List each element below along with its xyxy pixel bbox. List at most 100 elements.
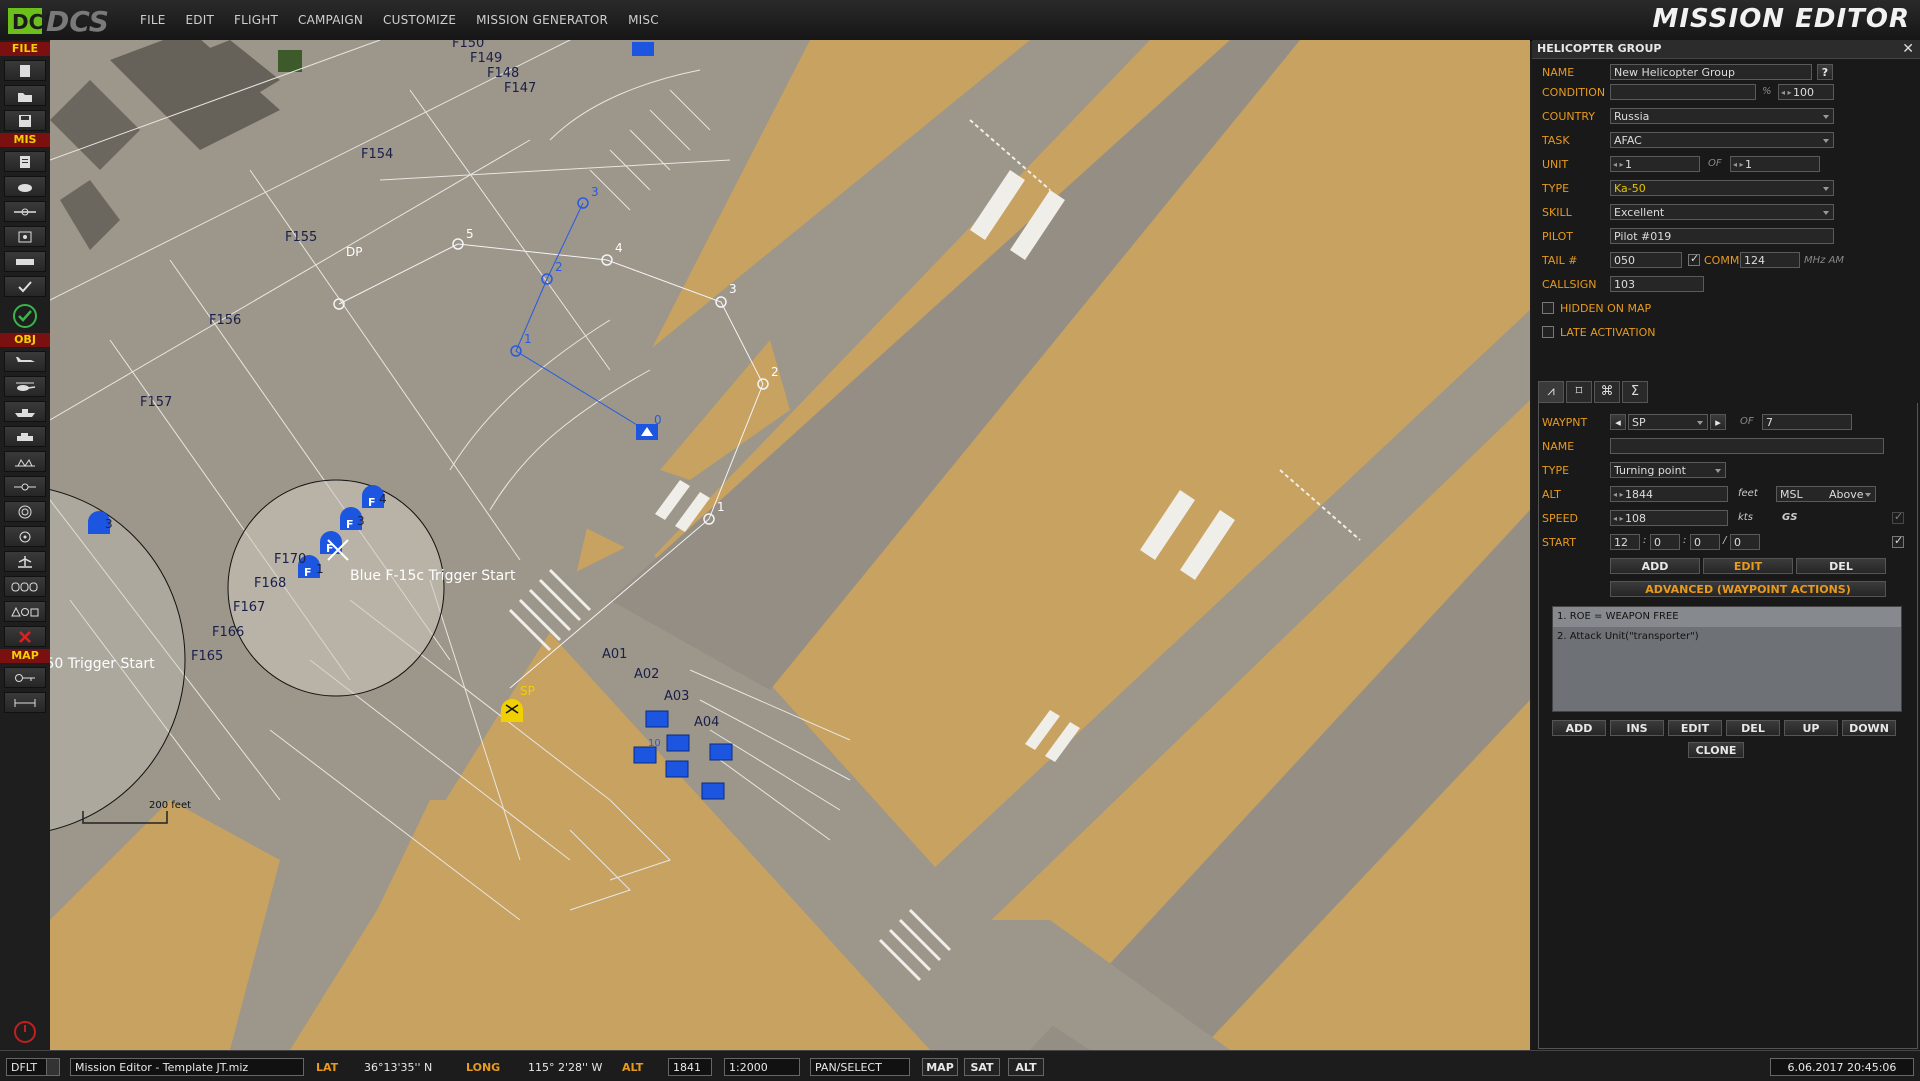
speed-label: SPEED <box>1542 512 1578 525</box>
condition-input[interactable] <box>1610 84 1756 100</box>
map-view[interactable]: F150 F149 F148 F147 F154 F155 F156 F157 … <box>50 40 1530 1050</box>
briefing-button[interactable] <box>4 151 46 172</box>
condition-percent-stepper[interactable]: 100 <box>1778 84 1834 101</box>
hidden-on-map-label: HIDDEN ON MAP <box>1560 302 1652 315</box>
mission-file-name: Mission Editor - Template JT.miz <box>70 1058 304 1076</box>
menu-flight[interactable]: FLIGHT <box>224 13 288 27</box>
tail-number-input[interactable]: 050 <box>1610 252 1682 268</box>
tab-route[interactable]: ⩘ <box>1538 381 1564 403</box>
app-title: MISSION EDITOR <box>1652 4 1910 34</box>
menu-file[interactable]: FILE <box>130 13 176 27</box>
add-template-button[interactable] <box>4 576 46 597</box>
add-helicopter-button[interactable] <box>4 376 46 397</box>
task-select[interactable]: AFAC <box>1610 132 1834 148</box>
aircraft-type-select[interactable]: Ka-50 <box>1610 180 1834 196</box>
ruler-button[interactable] <box>4 692 46 713</box>
waypoint-select[interactable]: SP <box>1628 414 1708 430</box>
add-target-button[interactable] <box>4 526 46 547</box>
goals-button[interactable] <box>4 226 46 247</box>
resource-button[interactable] <box>4 251 46 272</box>
add-vehicle-button[interactable] <box>4 426 46 447</box>
add-ship-button[interactable] <box>4 401 46 422</box>
waypoint-actions-list[interactable]: 1. ROE = WEAPON FREE 2. Attack Unit("tra… <box>1552 606 1902 712</box>
tool-mode-readout[interactable]: PAN/SELECT <box>810 1058 910 1076</box>
svg-text:0: 0 <box>654 413 662 427</box>
late-activation-checkbox[interactable] <box>1542 326 1554 338</box>
start-minutes-input[interactable]: 0 <box>1650 534 1680 550</box>
new-file-button[interactable] <box>4 60 46 81</box>
comm-label: COMM <box>1704 254 1740 267</box>
edit-action-button[interactable]: EDIT <box>1668 720 1722 736</box>
speed-stepper[interactable]: 108 <box>1610 510 1728 527</box>
delete-action-button[interactable]: DEL <box>1726 720 1780 736</box>
svg-text:1: 1 <box>717 500 725 514</box>
map-scale-readout[interactable]: 1:2000 <box>724 1058 800 1076</box>
menu-customize[interactable]: CUSTOMIZE <box>373 13 466 27</box>
add-plane-button[interactable] <box>4 351 46 372</box>
callsign-input[interactable]: 103 <box>1610 276 1704 292</box>
start-day-input[interactable]: 0 <box>1730 534 1760 550</box>
insert-action-button[interactable]: INS <box>1610 720 1664 736</box>
add-static-button[interactable] <box>4 451 46 472</box>
menu-campaign[interactable]: CAMPAIGN <box>288 13 373 27</box>
list-item[interactable]: 2. Attack Unit("transporter") <box>1553 627 1901 647</box>
pilot-input[interactable]: Pilot #019 <box>1610 228 1834 244</box>
advanced-waypoint-actions-button[interactable]: ADVANCED (WAYPOINT ACTIONS) <box>1610 581 1886 597</box>
help-button[interactable]: ? <box>1817 64 1833 80</box>
menu-mission-generator[interactable]: MISSION GENERATOR <box>466 13 618 27</box>
start-hours-input[interactable]: 12 <box>1610 534 1640 550</box>
map-mode-button[interactable]: MAP <box>922 1058 958 1076</box>
move-up-action-button[interactable]: UP <box>1784 720 1838 736</box>
comm-checkbox[interactable] <box>1688 252 1700 266</box>
blue-unit-top[interactable] <box>632 42 654 56</box>
alt-mode-button[interactable]: ALT <box>1008 1058 1044 1076</box>
weather-button[interactable] <box>4 176 46 197</box>
save-file-button[interactable] <box>4 110 46 131</box>
edit-waypoint-button[interactable]: EDIT <box>1703 558 1793 574</box>
add-waypoint-button[interactable]: ADD <box>1610 558 1700 574</box>
tab-summary[interactable]: Σ <box>1622 381 1648 403</box>
tab-payload[interactable]: ⌑ <box>1566 381 1592 403</box>
start-checkbox[interactable] <box>1892 534 1904 548</box>
map-canvas[interactable]: F150 F149 F148 F147 F154 F155 F156 F157 … <box>50 40 1530 1050</box>
group-name-input[interactable]: New Helicopter Group <box>1610 64 1812 80</box>
waypoint-name-input[interactable] <box>1610 438 1884 454</box>
panel-header: HELICOPTER GROUP ✕ <box>1532 40 1920 59</box>
delete-object-button[interactable] <box>4 626 46 647</box>
close-icon[interactable]: ✕ <box>1902 40 1914 58</box>
map-options-button[interactable] <box>4 667 46 688</box>
country-select[interactable]: Russia <box>1610 108 1834 124</box>
mode-select[interactable]: DFLT <box>6 1058 60 1076</box>
unit-stepper[interactable]: 1 <box>1610 156 1700 173</box>
gs-checkbox[interactable] <box>1892 510 1904 524</box>
menu-edit[interactable]: EDIT <box>176 13 225 27</box>
add-route-button[interactable] <box>4 476 46 497</box>
menu-misc[interactable]: MISC <box>618 13 669 27</box>
start-seconds-input[interactable]: 0 <box>1690 534 1720 550</box>
triggers-button[interactable] <box>4 201 46 222</box>
clone-action-button[interactable]: CLONE <box>1688 742 1744 758</box>
altitude-stepper[interactable]: 1844 <box>1610 486 1728 503</box>
comm-frequency-input[interactable]: 124 <box>1740 252 1800 268</box>
next-waypoint-button[interactable]: ▸ <box>1710 414 1726 430</box>
add-action-button[interactable]: ADD <box>1552 720 1606 736</box>
check-button[interactable] <box>4 276 46 297</box>
tab-properties[interactable]: ⌘ <box>1594 381 1620 403</box>
move-down-action-button[interactable]: DOWN <box>1842 720 1896 736</box>
prev-waypoint-button[interactable]: ◂ <box>1610 414 1626 430</box>
altitude-reference-select[interactable]: MSL Above <box>1776 486 1876 502</box>
add-airfield-button[interactable] <box>4 551 46 572</box>
open-file-button[interactable] <box>4 85 46 106</box>
power-button[interactable] <box>13 1020 37 1048</box>
sat-mode-button[interactable]: SAT <box>964 1058 1000 1076</box>
add-shape-button[interactable] <box>4 601 46 622</box>
delete-waypoint-button[interactable]: DEL <box>1796 558 1886 574</box>
add-zone-button[interactable] <box>4 501 46 522</box>
unit-total-stepper[interactable]: 1 <box>1730 156 1820 173</box>
hidden-on-map-checkbox[interactable] <box>1542 302 1554 314</box>
yellow-helicopter-unit[interactable] <box>501 699 523 722</box>
callsign-label: CALLSIGN <box>1542 278 1597 291</box>
list-item[interactable]: 1. ROE = WEAPON FREE <box>1553 607 1901 627</box>
waypoint-type-select[interactable]: Turning point <box>1610 462 1726 478</box>
skill-select[interactable]: Excellent <box>1610 204 1834 220</box>
